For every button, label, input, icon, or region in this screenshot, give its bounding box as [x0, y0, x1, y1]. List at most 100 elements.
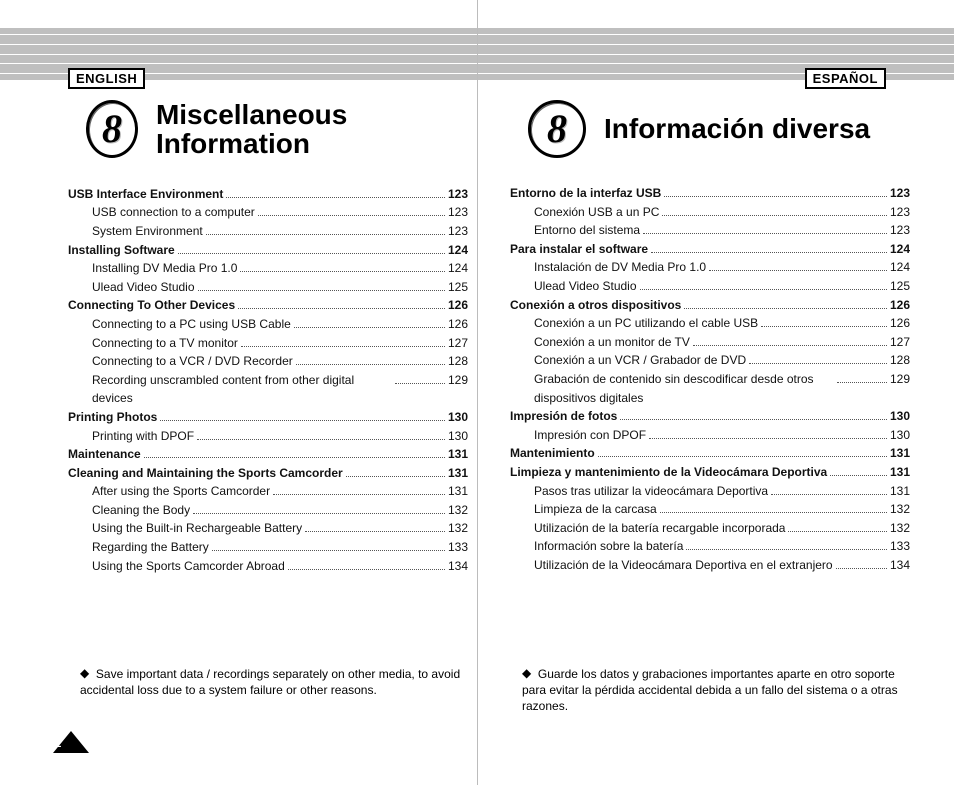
toc-label: Installing Software [68, 241, 175, 260]
toc-leader-dots [664, 185, 887, 197]
toc-entry: Installing Software 124 [68, 241, 468, 260]
toc-entry: Para instalar el software 124 [510, 240, 910, 259]
toc-leader-dots [305, 521, 445, 533]
toc-leader-dots [830, 464, 887, 476]
toc-label: System Environment [68, 222, 203, 241]
toc-page: 130 [448, 427, 468, 446]
toc-leader-dots [836, 557, 887, 569]
toc-entry: Connecting to a TV monitor 127 [68, 334, 468, 353]
toc-entry: Conexión a un VCR / Grabador de DVD 128 [510, 351, 910, 370]
language-label-spanish: ESPAÑOL [805, 68, 886, 89]
toc-label: Limpieza de la carcasa [510, 500, 657, 519]
toc-label: Impresión con DPOF [510, 426, 646, 445]
toc-label: Utilización de la batería recargable inc… [510, 519, 785, 538]
toc-entry: Entorno del sistema 123 [510, 221, 910, 240]
toc-leader-dots [241, 335, 445, 347]
toc-leader-dots [294, 316, 445, 328]
toc-page: 124 [448, 259, 468, 278]
toc-label: Conexión a un PC utilizando el cable USB [510, 314, 758, 333]
toc-page: 124 [890, 258, 910, 277]
toc-entry: Printing with DPOF 130 [68, 427, 468, 446]
toc-leader-dots [649, 427, 887, 439]
toc-entry: Entorno de la interfaz USB 123 [510, 184, 910, 203]
toc-leader-dots [662, 204, 887, 216]
toc-entry: Ulead Video Studio 125 [510, 277, 910, 296]
footnote-spanish: ◆ Guarde los datos y grabaciones importa… [522, 666, 912, 715]
toc-entry: Grabación de contenido sin descodificar … [510, 370, 910, 407]
diamond-bullet-icon: ◆ [80, 665, 89, 681]
toc-label: Using the Built-in Rechargeable Battery [68, 519, 302, 538]
toc-entry: Conexión a un PC utilizando el cable USB… [510, 314, 910, 333]
toc-label: Cleaning and Maintaining the Sports Camc… [68, 464, 343, 483]
toc-entry: Regarding the Battery 133 [68, 538, 468, 557]
toc-leader-dots [749, 353, 887, 365]
toc-leader-dots [226, 186, 445, 198]
toc-page: 131 [448, 445, 468, 464]
toc-page: 124 [890, 240, 910, 259]
toc-page: 123 [890, 184, 910, 203]
toc-entry: Utilización de la Videocámara Deportiva … [510, 556, 910, 575]
toc-page: 128 [448, 352, 468, 371]
toc-entry: Instalación de DV Media Pro 1.0 124 [510, 258, 910, 277]
toc-leader-dots [198, 279, 445, 291]
toc-label: USB Interface Environment [68, 185, 223, 204]
toc-page: 132 [448, 519, 468, 538]
toc-entry: Conexión a un monitor de TV 127 [510, 333, 910, 352]
chapter-title-spanish: Información diversa [604, 114, 870, 143]
toc-entry: Limpieza y mantenimiento de la Videocáma… [510, 463, 910, 482]
toc-label: Connecting to a PC using USB Cable [68, 315, 291, 334]
toc-entry: Maintenance 131 [68, 445, 468, 464]
toc-leader-dots [620, 408, 887, 420]
page-spine [477, 0, 478, 785]
toc-leader-dots [788, 520, 886, 532]
toc-leader-dots [206, 223, 445, 235]
toc-page: 129 [448, 371, 468, 390]
toc-entry: Utilización de la batería recargable inc… [510, 519, 910, 538]
toc-entry: Mantenimiento 131 [510, 444, 910, 463]
toc-leader-dots [296, 353, 445, 365]
toc-page: 131 [890, 444, 910, 463]
diamond-bullet-icon: ◆ [522, 665, 531, 681]
toc-page: 123 [890, 203, 910, 222]
toc-label: Mantenimiento [510, 444, 595, 463]
footnote-english: ◆ Save important data / recordings separ… [80, 666, 470, 698]
toc-page: 131 [448, 464, 468, 483]
toc-page: 126 [890, 314, 910, 333]
toc-label: Conexión a otros dispositivos [510, 296, 681, 315]
toc-leader-dots [240, 260, 445, 272]
toc-page: 125 [448, 278, 468, 297]
toc-leader-dots [686, 538, 887, 550]
chapter-number: 8 [102, 109, 122, 149]
toc-entry: Impresión con DPOF 130 [510, 426, 910, 445]
toc-entry: Ulead Video Studio 125 [68, 278, 468, 297]
toc-page: 131 [890, 463, 910, 482]
toc-leader-dots [709, 260, 887, 272]
toc-entry: Pasos tras utilizar la videocámara Depor… [510, 482, 910, 501]
page-number-marker: 122 [53, 731, 89, 753]
toc-entry: Connecting To Other Devices 126 [68, 296, 468, 315]
footnote-text: Save important data / recordings separat… [80, 667, 460, 697]
toc-leader-dots [346, 465, 445, 477]
toc-entry: Recording unscrambled content from other… [68, 371, 468, 408]
toc-entry: Cleaning the Body 132 [68, 501, 468, 520]
toc-leader-dots [258, 205, 445, 217]
toc-page: 123 [448, 203, 468, 222]
toc-leader-dots [395, 372, 445, 384]
toc-leader-dots [197, 428, 445, 440]
chapter-badge: 8 [528, 100, 586, 158]
toc-label: Printing Photos [68, 408, 157, 427]
toc-label: USB connection to a computer [68, 203, 255, 222]
toc-page: 130 [890, 426, 910, 445]
toc-page: 126 [890, 296, 910, 315]
toc-label: Impresión de fotos [510, 407, 617, 426]
toc-page: 123 [890, 221, 910, 240]
toc-entry: Connecting to a PC using USB Cable 126 [68, 315, 468, 334]
toc-page: 123 [448, 222, 468, 241]
toc-page: 130 [448, 408, 468, 427]
toc-page: 126 [448, 296, 468, 315]
toc-page: 124 [448, 241, 468, 260]
toc-leader-dots [193, 502, 445, 514]
toc-label: Para instalar el software [510, 240, 648, 259]
toc-leader-dots [144, 446, 445, 458]
toc-page: 131 [448, 482, 468, 501]
